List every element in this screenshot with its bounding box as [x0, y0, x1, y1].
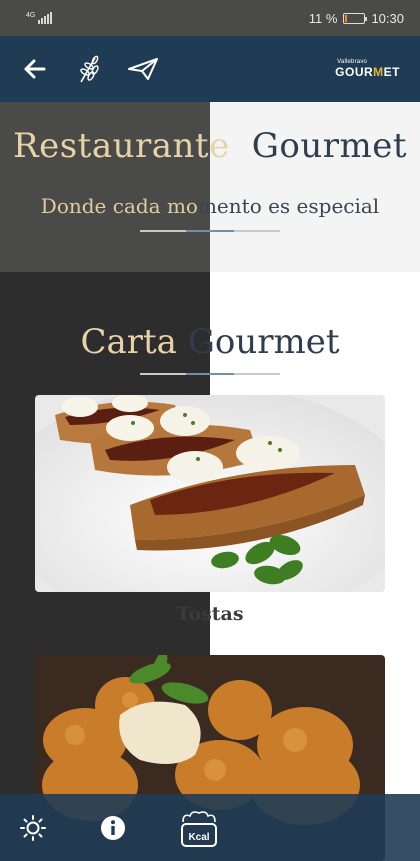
wheat-icon[interactable]: [74, 54, 104, 84]
hero-subtitle-part1: Donde cada mo: [40, 194, 198, 218]
battery-percent: 11 %: [308, 10, 338, 26]
kcal-calculator-icon[interactable]: Kcal: [178, 808, 220, 848]
status-bar: 4G 11 % 10:30: [0, 0, 420, 36]
section-title-part1: Carta: [80, 322, 188, 362]
network-type: 4G: [26, 12, 36, 19]
battery-icon: [343, 12, 368, 24]
kcal-label: Kcal: [188, 832, 209, 843]
section-title-part2: Gourmet: [187, 322, 340, 362]
signal-icon: 4G: [26, 12, 53, 24]
arrow-left-icon[interactable]: [20, 54, 50, 84]
logo-big-text: GOURMET: [335, 65, 400, 79]
hero-subtitle: Donde cada momento es especial: [0, 194, 420, 218]
menu-item-image-tostas[interactable]: [35, 395, 385, 592]
hero-title-part1: Restaurante: [12, 126, 230, 166]
hero-divider: [140, 230, 280, 232]
sun-icon[interactable]: [18, 813, 48, 843]
section-divider: [140, 373, 280, 375]
app-header: Vallebravo GOURMET: [0, 36, 420, 102]
hero-title: Restaurante Gourmet: [0, 126, 420, 166]
bottom-bar: Kcal: [0, 794, 420, 861]
hero-title-part2: Gourmet: [251, 126, 408, 166]
section-title: Carta Gourmet: [0, 322, 420, 362]
paper-plane-icon[interactable]: [128, 54, 158, 84]
menu-item-caption[interactable]: Tostas: [0, 603, 420, 625]
hero-subtitle-part2: mento es especial: [197, 194, 380, 218]
info-icon[interactable]: [98, 813, 128, 843]
clock: 10:30: [371, 10, 404, 26]
brand-logo: Vallebravo GOURMET: [335, 59, 400, 79]
